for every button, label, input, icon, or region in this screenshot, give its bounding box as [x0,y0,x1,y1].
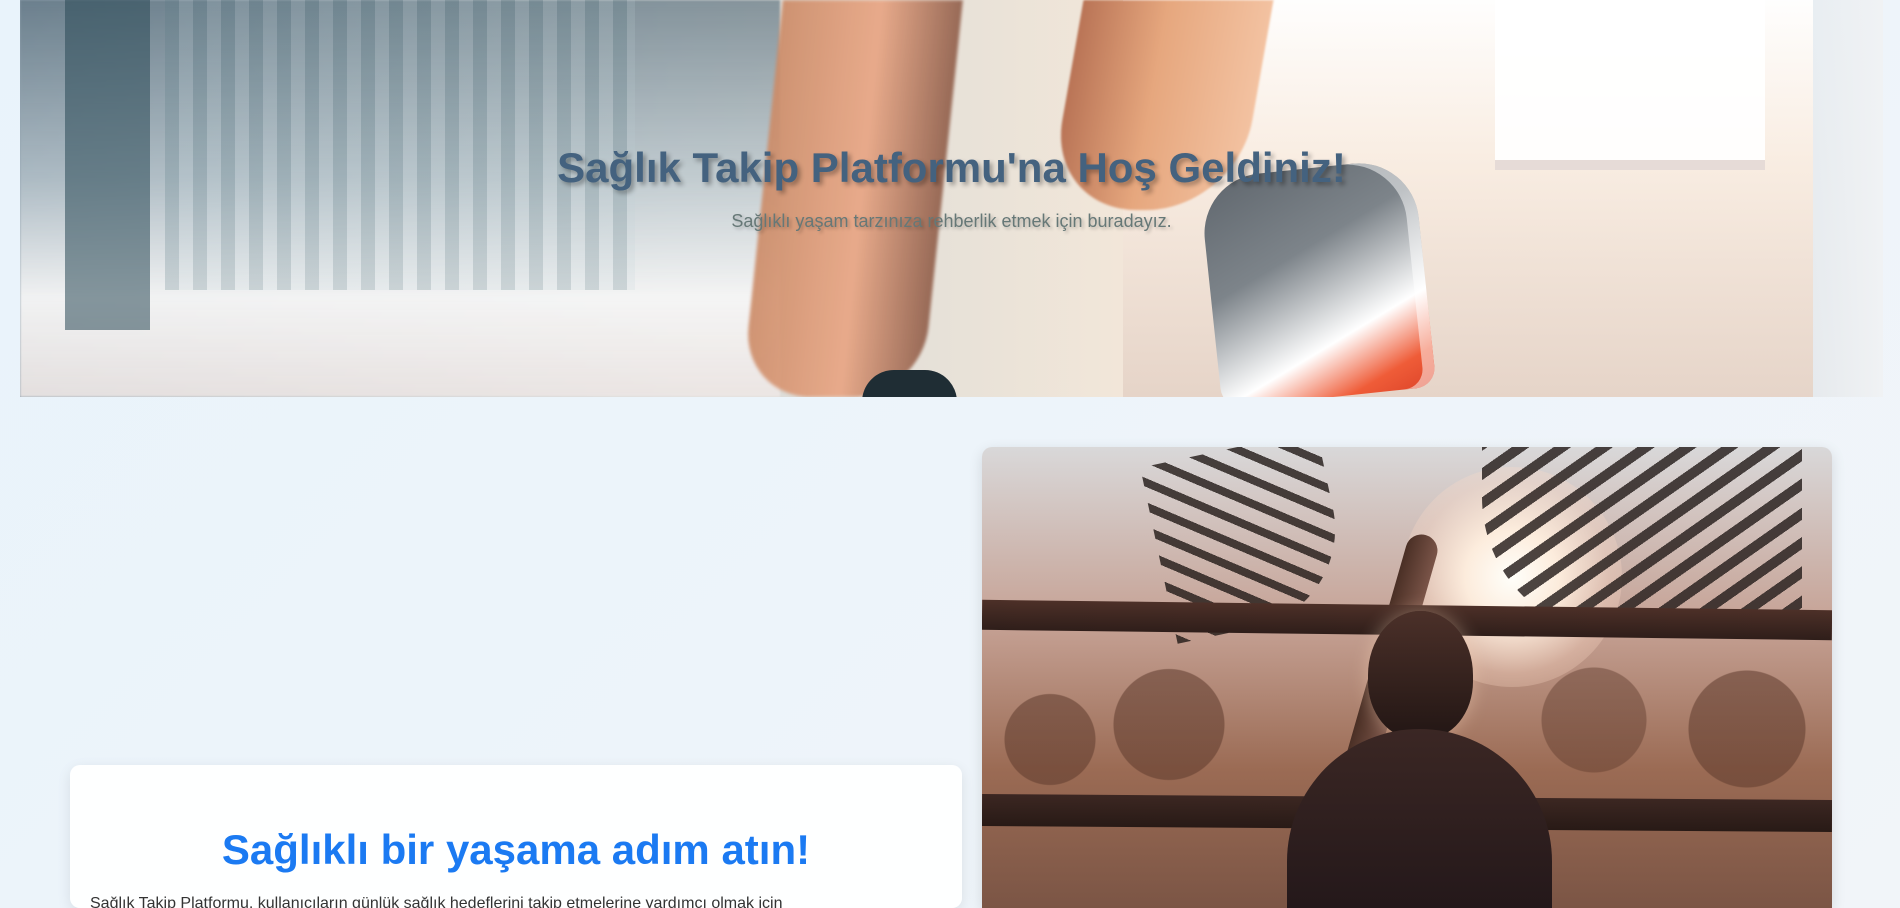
intro-card: Sağlıklı bir yaşama adım atın! Sağlık Ta… [70,765,962,908]
wellness-photo [982,447,1832,908]
landing-page: Sağlık Takip Platformu'na Hoş Geldiniz! … [0,0,1900,908]
person-silhouette-head [1368,611,1473,739]
hero-subtitle: Sağlıklı yaşam tarzınıza rehberlik etmek… [731,211,1172,231]
hero-content: Sağlık Takip Platformu'na Hoş Geldiniz! … [20,138,1883,232]
runner-shoe-left [862,370,957,397]
hero-title: Sağlık Takip Platformu'na Hoş Geldiniz! [557,144,1346,191]
intro-text: Sağlık Takip Platformu, kullanıcıların g… [90,895,783,908]
intro-heading: Sağlıklı bir yaşama adım atın! [221,826,811,873]
hero-banner: Sağlık Takip Platformu'na Hoş Geldiniz! … [20,0,1883,397]
